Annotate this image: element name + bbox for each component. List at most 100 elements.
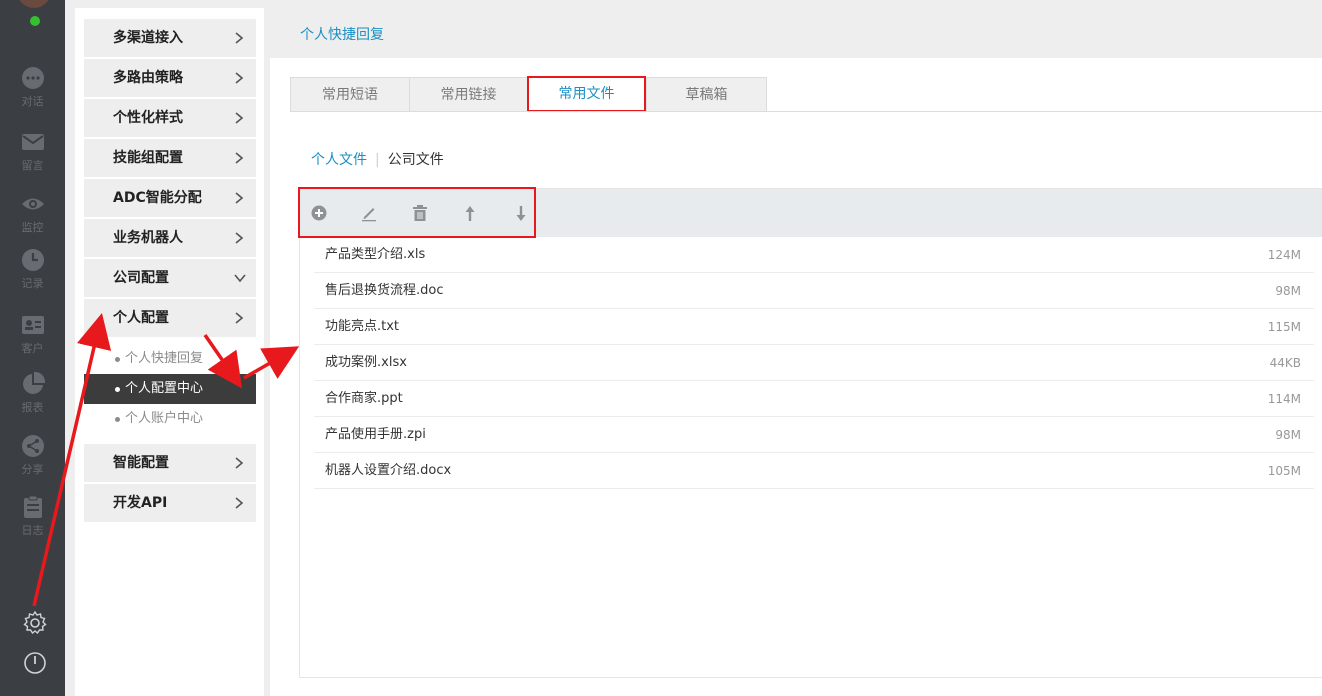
tab-links[interactable]: 常用链接	[409, 77, 528, 111]
sidebar-item-company[interactable]: 公司配置	[84, 259, 256, 297]
rail-item-reports[interactable]: 报表	[0, 372, 65, 426]
file-size: 44KB	[1269, 356, 1301, 370]
file-name: 产品使用手册.zpi	[325, 427, 426, 442]
sidebar-item-label: 智能配置	[113, 455, 169, 471]
rail-item-share[interactable]: 分享	[0, 434, 65, 488]
chevron-right-icon	[235, 152, 244, 164]
sub-item-label: 个人快捷回复	[125, 351, 204, 366]
sub-item-personal-center[interactable]: 个人配置中心	[84, 374, 256, 404]
rail-label: 分享	[21, 463, 44, 476]
sidebar-item-multichannel[interactable]: 多渠道接入	[84, 19, 256, 57]
rail-item-monitor[interactable]: 监控	[0, 192, 65, 246]
sidebar-item-api[interactable]: 开发API	[84, 484, 256, 522]
sub-item-label: 个人账户中心	[125, 411, 204, 426]
rail-item-records[interactable]: 记录	[0, 248, 65, 302]
file-size: 105M	[1267, 464, 1301, 478]
rail-item-logs[interactable]: 日志	[0, 495, 65, 549]
file-row[interactable]: 售后退换货流程.doc 98M	[314, 273, 1314, 309]
chevron-down-icon	[234, 274, 246, 283]
breadcrumb-personal-files[interactable]: 个人文件	[311, 152, 367, 168]
breadcrumb-company-files[interactable]: 公司文件	[388, 152, 444, 168]
chevron-right-icon	[235, 112, 244, 124]
breadcrumb-separator: |	[375, 152, 380, 168]
tab-phrases[interactable]: 常用短语	[290, 77, 410, 111]
pie-chart-icon	[22, 372, 45, 394]
chevron-right-icon	[235, 192, 244, 204]
sidebar-item-personal[interactable]: 个人配置	[84, 299, 256, 337]
file-name: 售后退换货流程.doc	[325, 283, 444, 298]
sidebar-item-label: 个人配置	[113, 310, 169, 326]
bullet-dot	[115, 357, 120, 362]
sidebar-item-label: 业务机器人	[113, 230, 183, 246]
rail-label: 报表	[21, 401, 44, 414]
tabs-divider	[290, 111, 1322, 112]
file-row[interactable]: 产品使用手册.zpi 98M	[314, 417, 1314, 453]
file-size: 114M	[1267, 392, 1301, 406]
page-header: 个人快捷回复	[270, 0, 1322, 58]
file-list-panel: 产品类型介绍.xls 124M 售后退换货流程.doc 98M 功能亮点.txt…	[298, 187, 1322, 678]
sub-item-quick-reply[interactable]: 个人快捷回复	[84, 344, 256, 374]
app-rail: 对话 留言 监控 记录 客户 报表 分享 日志	[0, 0, 65, 696]
chevron-right-icon	[235, 72, 244, 84]
rail-item-messages[interactable]: 留言	[0, 130, 65, 184]
chevron-right-icon	[235, 497, 244, 509]
contact-card-icon	[21, 316, 44, 334]
sidebar-item-label: 个性化样式	[113, 110, 183, 126]
chevron-right-icon	[235, 32, 244, 44]
rail-label: 日志	[21, 524, 44, 537]
file-row[interactable]: 机器人设置介绍.docx 105M	[314, 453, 1314, 489]
clock-icon	[21, 249, 44, 271]
toolbar-highlight-box	[298, 187, 536, 238]
chat-icon	[21, 67, 44, 89]
rail-label: 客户	[21, 342, 44, 355]
file-size: 115M	[1267, 320, 1301, 334]
sub-item-account-center[interactable]: 个人账户中心	[84, 404, 256, 434]
avatar[interactable]	[17, 0, 51, 8]
sidebar-item-label: ADC智能分配	[113, 190, 202, 206]
rail-label: 留言	[21, 159, 44, 172]
share-icon	[21, 435, 44, 457]
power-icon[interactable]	[22, 650, 48, 676]
file-name: 成功案例.xlsx	[325, 355, 407, 370]
tab-files[interactable]: 常用文件	[527, 76, 646, 112]
gear-icon[interactable]	[22, 610, 48, 636]
rail-item-chat[interactable]: 对话	[0, 66, 65, 120]
sidebar-item-label: 多路由策略	[113, 70, 183, 86]
sidebar-item-skill-groups[interactable]: 技能组配置	[84, 139, 256, 177]
tab-drafts[interactable]: 草稿箱	[646, 77, 767, 111]
file-row[interactable]: 功能亮点.txt 115M	[314, 309, 1314, 345]
file-row[interactable]: 成功案例.xlsx 44KB	[314, 345, 1314, 381]
mail-icon	[21, 134, 44, 150]
rail-label: 监控	[21, 221, 44, 234]
eye-icon	[21, 198, 44, 210]
bullet-dot	[115, 387, 120, 392]
chevron-right-icon	[235, 312, 244, 324]
file-name: 合作商家.ppt	[325, 391, 403, 406]
file-name: 功能亮点.txt	[325, 319, 400, 334]
chevron-right-icon	[235, 232, 244, 244]
sidebar-item-bots[interactable]: 业务机器人	[84, 219, 256, 257]
rail-label: 记录	[21, 277, 44, 290]
file-name: 机器人设置介绍.docx	[325, 463, 452, 478]
sidebar-item-styles[interactable]: 个性化样式	[84, 99, 256, 137]
sidebar-item-routing[interactable]: 多路由策略	[84, 59, 256, 97]
page-title: 个人快捷回复	[300, 27, 384, 43]
sidebar-item-adc[interactable]: ADC智能分配	[84, 179, 256, 217]
online-status-dot	[30, 16, 40, 26]
sidebar-item-label: 开发API	[113, 495, 168, 511]
rail-item-customers[interactable]: 客户	[0, 313, 65, 367]
file-size: 98M	[1275, 284, 1301, 298]
file-size: 124M	[1267, 248, 1301, 262]
rail-label: 对话	[21, 95, 44, 108]
file-row[interactable]: 产品类型介绍.xls 124M	[314, 237, 1314, 273]
sidebar-item-label: 公司配置	[113, 270, 169, 286]
file-name: 产品类型介绍.xls	[325, 247, 426, 262]
main-content: 个人快捷回复 常用短语 常用链接 常用文件 草稿箱 个人文件 | 公司文件 产品类型…	[270, 0, 1322, 696]
file-row[interactable]: 合作商家.ppt 114M	[314, 381, 1314, 417]
settings-sidebar: 多渠道接入 多路由策略 个性化样式 技能组配置 ADC智能分配 业务机器人 公司…	[75, 8, 264, 696]
bullet-dot	[115, 417, 120, 422]
chevron-right-icon	[235, 457, 244, 469]
sub-item-label: 个人配置中心	[125, 381, 204, 396]
breadcrumb: 个人文件 | 公司文件	[311, 149, 444, 169]
sidebar-item-smart[interactable]: 智能配置	[84, 444, 256, 482]
